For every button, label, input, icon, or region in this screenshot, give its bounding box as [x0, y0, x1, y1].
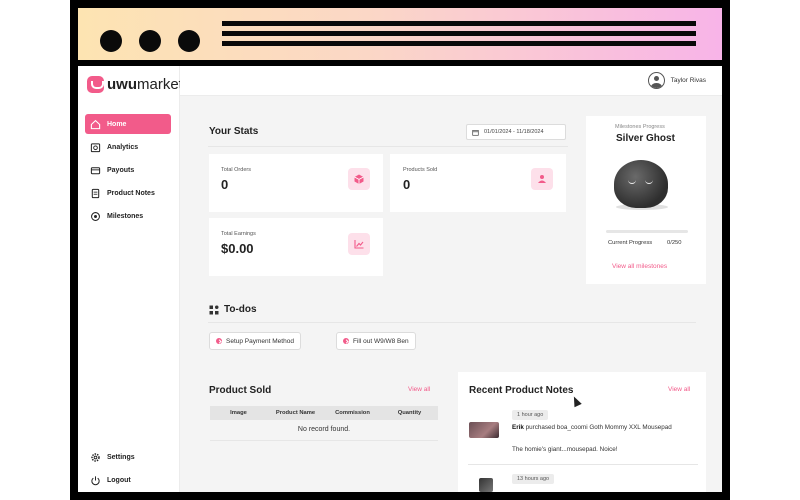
note-author[interactable]: Erik	[512, 424, 524, 431]
check-icon	[216, 338, 222, 344]
sidebar: uwumarket Home Analytics Payouts Product…	[78, 66, 183, 492]
total-earnings-label: Total Earnings	[221, 231, 256, 237]
sidebar-item-label: Milestones	[107, 212, 144, 220]
user-menu[interactable]: Taylor Rivas	[647, 72, 706, 89]
grid-icon	[209, 305, 219, 315]
check-icon	[343, 338, 349, 344]
column-header-product-name[interactable]: Product Name	[267, 410, 324, 416]
todo-label: Setup Payment Method	[226, 337, 294, 345]
date-range-picker[interactable]: 01/01/2024 - 11/18/2024	[466, 124, 566, 140]
title-line	[222, 41, 696, 46]
sidebar-item-payouts[interactable]: Payouts	[85, 160, 171, 180]
logo-text: uwumarket	[107, 76, 183, 93]
title-line	[222, 21, 696, 26]
home-icon	[90, 119, 101, 129]
date-range-value: 01/01/2024 - 11/18/2024	[484, 129, 544, 135]
calendar-icon	[472, 129, 479, 136]
todos-divider	[208, 322, 696, 323]
recent-notes-title: Recent Product Notes	[469, 385, 574, 396]
product-sold-title: Product Sold	[209, 385, 272, 396]
stats-divider	[208, 146, 568, 147]
note-comment: The homie's giant...mousepad. Noice!	[512, 446, 618, 453]
total-orders-value: 0	[221, 177, 229, 192]
ghost-eye	[645, 180, 653, 184]
sidebar-item-settings[interactable]: Settings	[85, 447, 171, 467]
product-sold-table-header: Image Product Name Commission Quantity	[210, 406, 438, 420]
recent-notes-view-all-link[interactable]: View all	[668, 386, 690, 393]
note-divider	[468, 464, 698, 465]
sidebar-item-logout[interactable]: Logout	[85, 470, 171, 490]
todo-label: Fill out W9/W8 Ben	[353, 337, 409, 345]
total-orders-label: Total Orders	[221, 167, 251, 173]
avatar	[647, 72, 665, 89]
column-header-quantity[interactable]: Quantity	[381, 410, 438, 416]
window-titlebar	[78, 8, 722, 60]
note-timestamp: 1 hour ago	[512, 410, 549, 420]
users-icon	[531, 168, 553, 190]
note-action: purchased boa_coomi Goth Mommy XXL Mouse…	[525, 424, 672, 431]
power-icon	[91, 475, 100, 485]
payouts-icon	[90, 166, 101, 174]
sidebar-item-label: Payouts	[107, 166, 135, 174]
products-sold-label: Products Sold	[403, 167, 438, 173]
app-window: uwumarket Home Analytics Payouts Product…	[78, 66, 722, 492]
milestone-progress-bar	[606, 230, 688, 233]
product-sold-view-all-link[interactable]: View all	[408, 386, 430, 393]
note-timestamp: 13 hours ago	[512, 474, 555, 484]
sidebar-item-label: Product Notes	[107, 189, 155, 197]
sidebar-item-milestones[interactable]: Milestones	[85, 206, 171, 226]
total-earnings-value: $0.00	[221, 241, 254, 256]
table-divider	[210, 440, 438, 441]
window-dot-icon	[178, 30, 200, 52]
analytics-icon	[90, 142, 101, 152]
sidebar-item-label: Home	[107, 120, 127, 128]
column-header-commission[interactable]: Commission	[324, 410, 381, 416]
user-name: Taylor Rivas	[670, 77, 706, 84]
milestone-label: Milestones Progress	[615, 124, 665, 130]
ghost-mascot-icon	[614, 160, 668, 208]
ghost-eye	[628, 180, 636, 184]
progress-label: Current Progress	[608, 240, 653, 246]
stats-title: Your Stats	[209, 126, 259, 137]
logo[interactable]: uwumarket	[87, 76, 183, 93]
sidebar-item-product-notes[interactable]: Product Notes	[85, 183, 171, 203]
sidebar-item-label: Logout	[107, 476, 131, 484]
view-all-milestones-link[interactable]: View all milestones	[612, 263, 667, 270]
sidebar-item-home[interactable]: Home	[85, 114, 171, 134]
milestones-icon	[91, 211, 100, 221]
window-dot-icon	[139, 30, 161, 52]
sidebar-item-label: Settings	[107, 453, 135, 461]
todo-fill-w9[interactable]: Fill out W9/W8 Ben	[336, 332, 416, 350]
box-icon	[348, 168, 370, 190]
gear-icon	[91, 452, 100, 462]
top-bar: Taylor Rivas	[180, 66, 722, 96]
note-product-thumbnail[interactable]	[469, 422, 499, 438]
milestone-name: Silver Ghost	[616, 133, 675, 144]
todo-setup-payment[interactable]: Setup Payment Method	[209, 332, 301, 350]
logo-icon	[87, 76, 104, 93]
note-product-thumbnail[interactable]	[479, 478, 493, 492]
sidebar-item-analytics[interactable]: Analytics	[85, 137, 171, 157]
notes-icon	[91, 188, 100, 198]
empty-state: No record found.	[297, 426, 351, 433]
progress-value: 0/250	[667, 240, 682, 246]
sidebar-item-label: Analytics	[107, 143, 139, 151]
chart-icon	[348, 233, 370, 255]
note-text: Erik purchased boa_coomi Goth Mommy XXL …	[512, 424, 698, 432]
products-sold-value: 0	[403, 177, 411, 192]
todos-title: To-dos	[224, 304, 257, 315]
window-dot-icon	[100, 30, 122, 52]
title-line	[222, 31, 696, 36]
column-header-image[interactable]: Image	[210, 410, 267, 416]
